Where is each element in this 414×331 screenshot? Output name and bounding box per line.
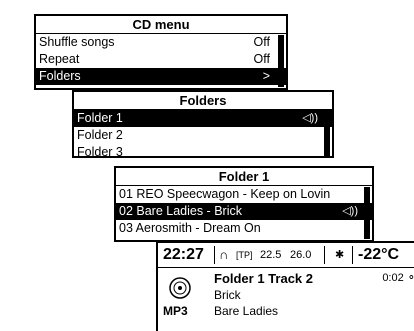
scrollbar[interactable] xyxy=(364,187,370,239)
cd-menu-title: CD menu xyxy=(36,16,286,34)
loop-icon: ∩ xyxy=(219,247,229,262)
divider xyxy=(324,246,325,264)
speaker-icon: ◁)) xyxy=(302,112,318,124)
status-bar: 22:27 ∩ [TP] 22.5 26.0 ✱ -22°C xyxy=(158,243,414,268)
list-item-label: 03 Aerosmith - Dream On xyxy=(119,221,261,235)
menu-item-repeat[interactable]: Repeat Off xyxy=(36,51,286,68)
menu-item-value: Off xyxy=(253,35,270,49)
clock: 22:27 xyxy=(163,246,204,263)
menu-item-label: Folders xyxy=(39,69,81,83)
folder1-panel: Folder 1 01 REO Speecwagon - Keep on Lov… xyxy=(114,166,374,242)
list-item-label: 02 Bare Ladies - Brick xyxy=(119,204,242,218)
bluetooth-icon: ✱ xyxy=(335,249,345,261)
list-item-label: Folder 3 xyxy=(77,145,123,158)
elapsed-time: 0:02 ⚬ xyxy=(382,272,414,284)
now-playing-panel: 22:27 ∩ [TP] 22.5 26.0 ✱ -22°C MP3 Folde… xyxy=(156,241,414,331)
menu-item-value: Off xyxy=(253,52,270,66)
menu-item-folders[interactable]: Folders > xyxy=(36,68,286,85)
song-title: Brick xyxy=(214,288,241,302)
folders-title: Folders xyxy=(74,92,332,110)
temperature-value: 26.0 xyxy=(290,249,312,261)
disc-icon xyxy=(169,277,191,299)
list-item-folder-1[interactable]: Folder 1 ◁)) xyxy=(74,110,332,127)
list-item-track-02[interactable]: 02 Bare Ladies - Brick ◁)) xyxy=(116,203,372,220)
divider xyxy=(214,246,215,264)
chevron-right-icon: > xyxy=(262,69,270,83)
temperature-value: 22.5 xyxy=(260,249,282,261)
cd-menu-panel: CD menu Shuffle songs Off Repeat Off Fol… xyxy=(34,14,288,90)
outside-temperature: -22°C xyxy=(358,246,400,263)
menu-item-shuffle-songs[interactable]: Shuffle songs Off xyxy=(36,34,286,51)
folders-panel: Folders Folder 1 ◁)) Folder 2 Folder 3 xyxy=(72,90,334,158)
track-title: Folder 1 Track 2 xyxy=(214,271,313,286)
list-item-label: Folder 1 xyxy=(77,111,123,125)
list-item-folder-2[interactable]: Folder 2 xyxy=(74,127,332,144)
scrollbar[interactable] xyxy=(324,111,330,156)
speaker-icon: ◁)) xyxy=(342,205,358,217)
format-label: MP3 xyxy=(163,304,188,318)
list-item-label: Folder 2 xyxy=(77,128,123,142)
folder1-title: Folder 1 xyxy=(116,168,372,186)
list-item-label: 01 REO Speecwagon - Keep on Lovin xyxy=(119,187,331,201)
scrollbar[interactable] xyxy=(278,35,284,87)
artist-name: Bare Ladies xyxy=(214,304,279,318)
now-playing-body: MP3 Folder 1 Track 2 Brick Bare Ladies 0… xyxy=(158,268,414,331)
divider xyxy=(352,246,353,264)
menu-item-label: Repeat xyxy=(39,52,80,66)
list-item-track-03[interactable]: 03 Aerosmith - Dream On xyxy=(116,220,372,237)
list-item-track-01[interactable]: 01 REO Speecwagon - Keep on Lovin xyxy=(116,186,372,203)
menu-item-label: Shuffle songs xyxy=(39,35,115,49)
traffic-program-icon: [TP] xyxy=(236,250,253,260)
list-item-folder-3[interactable]: Folder 3 xyxy=(74,144,332,158)
